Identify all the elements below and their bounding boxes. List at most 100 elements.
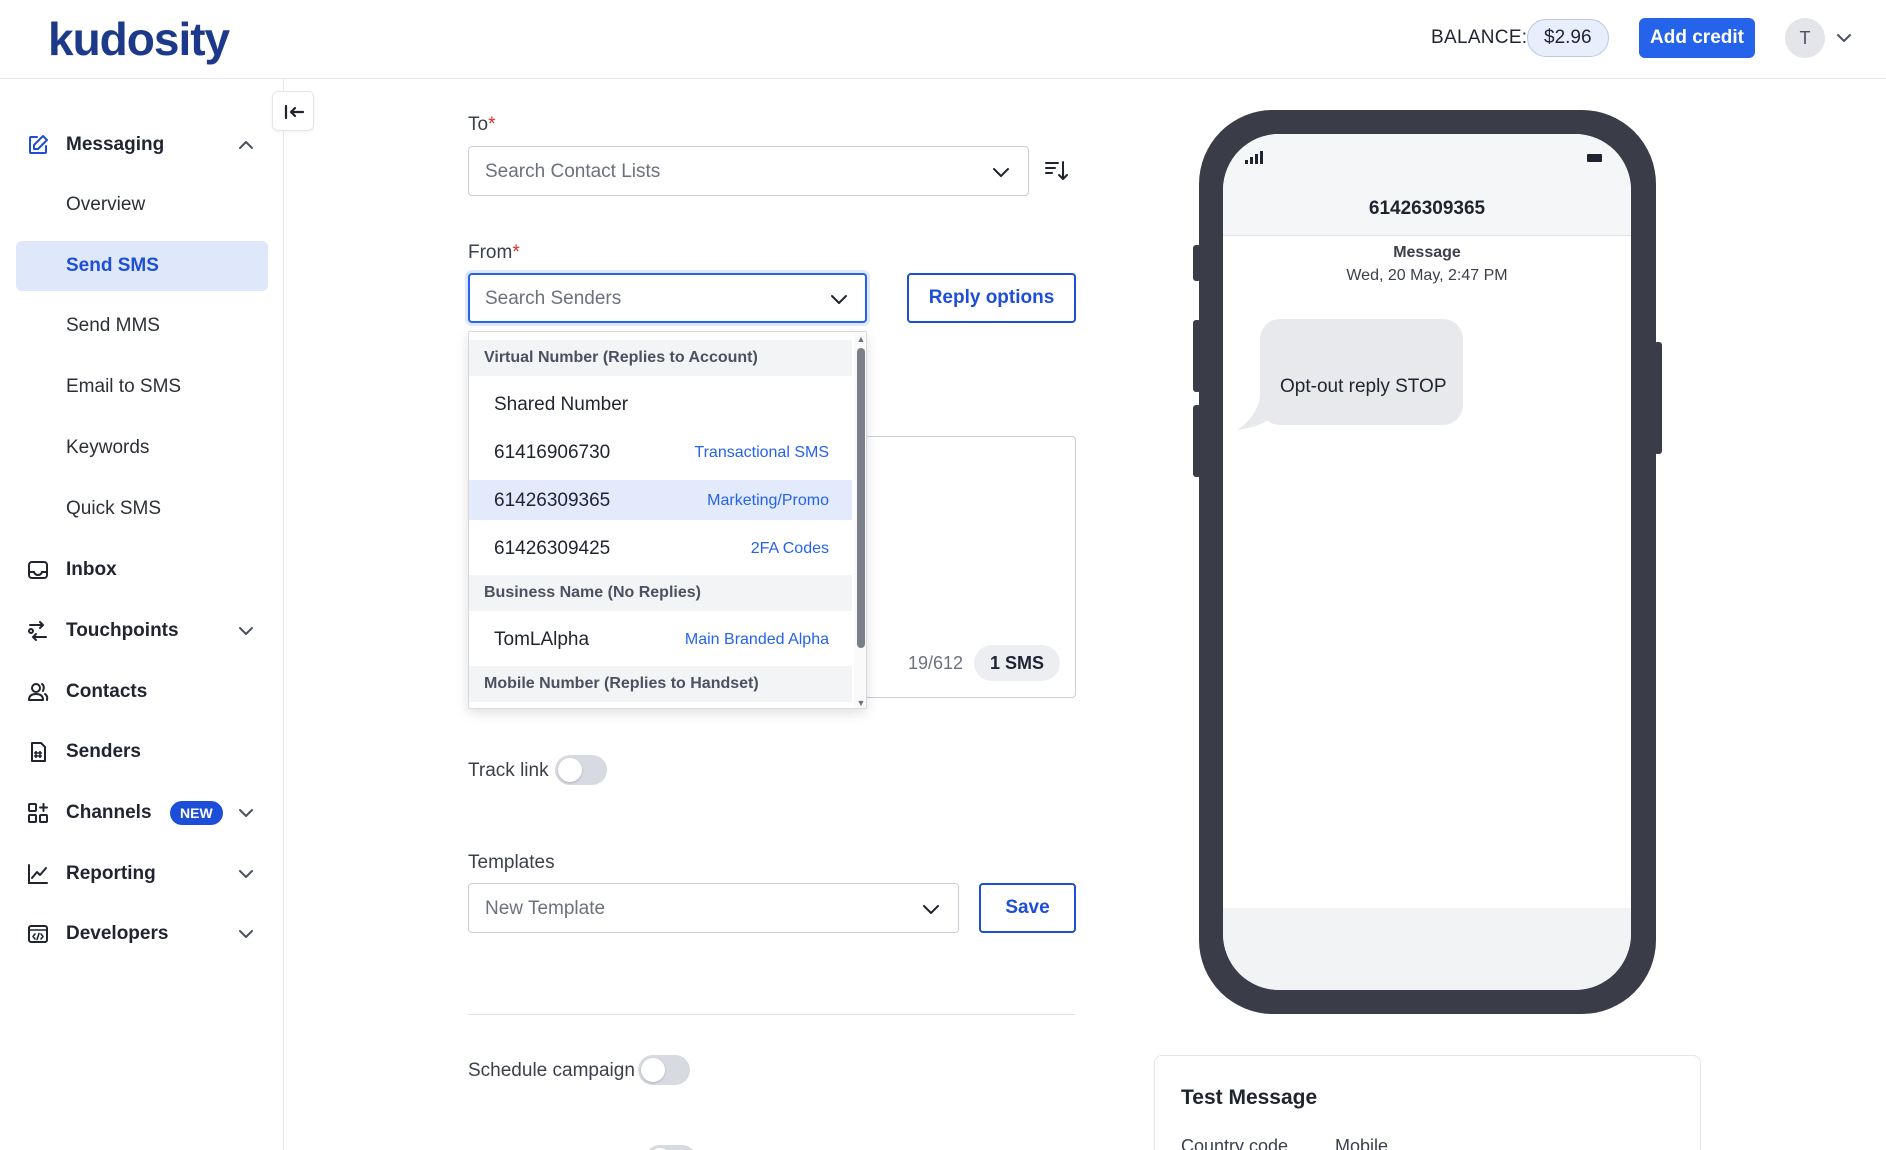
- preview-message-date: Wed, 20 May, 2:47 PM: [1346, 267, 1508, 284]
- edit-icon: [29, 135, 48, 154]
- signal-icon: [1245, 151, 1263, 164]
- collapse-sidebar-button[interactable]: [272, 91, 314, 131]
- preview-message-heading: Message: [1393, 244, 1461, 261]
- dropdown-group-header: Virtual Number (Replies to Account): [469, 340, 852, 376]
- option-tag: Transactional SMS: [694, 444, 829, 461]
- group-label: Mobile Number (Replies to Handset): [484, 675, 759, 692]
- add-credit-button[interactable]: Add credit: [1639, 18, 1755, 58]
- option-label: 61416906730: [494, 442, 611, 463]
- sort-icon[interactable]: [1043, 158, 1069, 184]
- option-label: 61426309425: [494, 538, 611, 559]
- template-value: New Template: [485, 898, 606, 919]
- kudosity-logo[interactable]: kudosity: [48, 12, 230, 66]
- sidebar-item-reporting[interactable]: Reporting: [16, 849, 268, 899]
- sender-option[interactable]: TomLAlpha Main Branded Alpha: [469, 619, 852, 659]
- sender-option-shared-number[interactable]: Shared Number: [469, 384, 852, 424]
- required-marker: *: [512, 242, 520, 263]
- senders-icon: [31, 742, 46, 762]
- phone-screen-header: 61426309365: [1223, 134, 1631, 236]
- top-header: kudosity BALANCE: $2.96 Add credit T: [0, 0, 1886, 79]
- sidebar-item-senders[interactable]: Senders: [16, 727, 268, 777]
- sidebar-item-label: Inbox: [66, 559, 117, 580]
- save-template-button[interactable]: Save: [979, 883, 1076, 933]
- sidebar-subitem-quick-sms[interactable]: Quick SMS: [16, 484, 268, 534]
- chevron-down-icon: [993, 168, 1009, 177]
- sidebar-item-inbox[interactable]: Inbox: [16, 545, 268, 595]
- template-select[interactable]: New Template: [468, 883, 959, 933]
- from-label-text: From: [468, 242, 513, 263]
- sidebar-item-channels[interactable]: Channels NEW: [16, 788, 268, 838]
- sender-option[interactable]: 61426309365 Marketing/Promo: [469, 480, 852, 520]
- option-tag: Main Branded Alpha: [684, 631, 829, 648]
- test-message-title: Test Message: [1181, 1086, 1318, 1109]
- phone-screen: 61426309365 Message Wed, 20 May, 2:47 PM…: [1223, 134, 1631, 990]
- new-badge: NEW: [170, 801, 223, 825]
- chevron-down-icon: [239, 809, 253, 817]
- dropdown-group-header: Business Name (No Replies): [469, 575, 852, 611]
- country-code-label: Country code: [1181, 1136, 1289, 1150]
- sidebar-subitem-email-to-sms[interactable]: Email to SMS: [16, 362, 268, 412]
- chevron-down-icon: [239, 627, 253, 635]
- chevron-down-icon: [239, 870, 253, 878]
- chevron-down-icon: [831, 295, 847, 304]
- to-contact-list-select[interactable]: Search Contact Lists: [468, 146, 1029, 196]
- chevron-down-icon[interactable]: [1834, 28, 1854, 48]
- schedule-campaign-toggle[interactable]: [638, 1055, 690, 1085]
- to-label-text: To: [468, 114, 489, 135]
- to-label: To*: [468, 114, 495, 136]
- sidebar-item-developers[interactable]: Developers: [16, 909, 268, 959]
- inbox-icon: [28, 561, 48, 579]
- route-icon: [28, 621, 47, 641]
- from-sender-select[interactable]: Search Senders: [468, 273, 867, 323]
- scrollbar-thumb[interactable]: [857, 348, 865, 648]
- from-placeholder: Search Senders: [485, 288, 622, 309]
- preview-phone-number: 61426309365: [1368, 198, 1486, 219]
- sidebar-subitem-send-sms[interactable]: Send SMS: [16, 241, 268, 291]
- sidebar-item-label: Messaging: [66, 134, 165, 155]
- chevron-down-icon: [923, 905, 939, 914]
- sidebar-item-label: Contacts: [66, 681, 148, 702]
- avatar[interactable]: T: [1785, 18, 1825, 58]
- section-divider: [468, 1014, 1075, 1015]
- sidebar-item-label: Reporting: [66, 863, 156, 884]
- mobile-label: Mobile: [1335, 1136, 1389, 1150]
- phone-screen-footer: [1223, 908, 1631, 990]
- sidebar-item-label: Developers: [66, 923, 169, 944]
- sidebar-subitem-keywords[interactable]: Keywords: [16, 423, 268, 473]
- scroll-down-icon[interactable]: ▼: [856, 698, 866, 708]
- sidebar-subitem-label: Quick SMS: [66, 498, 162, 519]
- sidebar-item-messaging[interactable]: Messaging: [16, 120, 268, 170]
- sidebar-item-contacts[interactable]: Contacts: [16, 667, 268, 717]
- chart-icon: [28, 864, 48, 884]
- sidebar-subitem-overview[interactable]: Overview: [16, 180, 268, 230]
- group-label: Virtual Number (Replies to Account): [484, 349, 758, 366]
- contacts-icon: [28, 683, 49, 701]
- dropdown-scrollbar[interactable]: ▲ ▼: [854, 332, 866, 708]
- character-count: 19/612: [908, 653, 964, 673]
- sidebar-subitem-send-mms[interactable]: Send MMS: [16, 301, 268, 351]
- sidebar-item-touchpoints[interactable]: Touchpoints: [16, 606, 268, 656]
- sidebar-subitem-label: Email to SMS: [66, 376, 182, 397]
- track-link-label: Track link: [468, 760, 549, 781]
- balance-value: $2.96: [1527, 19, 1609, 57]
- sms-count-badge: 1 SMS: [974, 645, 1061, 681]
- track-link-toggle[interactable]: [555, 755, 607, 785]
- sender-option[interactable]: 61416906730 Transactional SMS: [469, 432, 852, 472]
- sidebar-item-label: Channels: [66, 802, 152, 823]
- chevron-up-icon: [239, 141, 253, 149]
- sidebar-item-label: Touchpoints: [66, 620, 179, 641]
- reply-options-button[interactable]: Reply options: [907, 273, 1076, 323]
- scroll-up-icon[interactable]: ▲: [856, 334, 866, 344]
- group-label: Business Name (No Replies): [484, 584, 701, 601]
- balance-label: BALANCE:: [1431, 27, 1528, 48]
- dropdown-group-header: Mobile Number (Replies to Handset): [469, 666, 852, 702]
- sender-option[interactable]: 61426309425 2FA Codes: [469, 528, 852, 568]
- option-tag: Marketing/Promo: [707, 492, 829, 509]
- sender-dropdown-list[interactable]: Virtual Number (Replies to Account) Shar…: [468, 331, 867, 709]
- partial-toggle[interactable]: [645, 1145, 697, 1150]
- schedule-campaign-label: Schedule campaign: [468, 1060, 635, 1081]
- sidebar-subitem-label: Send MMS: [66, 315, 160, 336]
- option-label: Shared Number: [494, 394, 629, 415]
- channels-icon: [28, 803, 48, 823]
- test-message-card: Test Message Country code Mobile: [1154, 1055, 1701, 1150]
